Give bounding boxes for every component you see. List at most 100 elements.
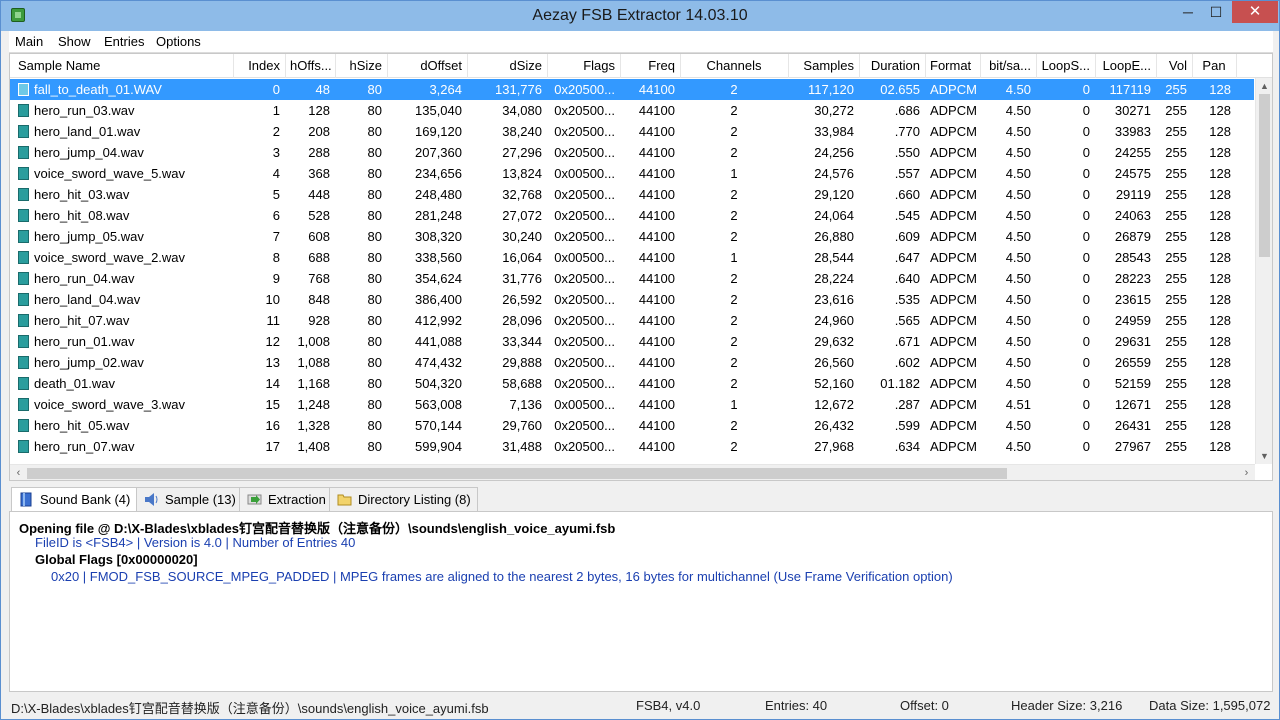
table-cell: 28,096 — [502, 313, 542, 328]
table-cell: 255 — [1165, 229, 1187, 244]
table-cell: ADPCM — [930, 418, 977, 433]
table-row[interactable]: voice_sword_wave_2.wav 8 688 80 338,560 16,06… — [10, 247, 1254, 268]
column-header[interactable]: hSize — [335, 58, 387, 73]
maximize-button[interactable]: ☐ — [1203, 1, 1229, 23]
table-row[interactable]: hero_run_03.wav 1 128 80 135,040 34,080 0x2050… — [10, 100, 1254, 121]
column-header[interactable]: Vol — [1156, 58, 1192, 73]
tab-label: Sound Bank (4) — [40, 492, 131, 507]
table-cell: 563,008 — [415, 397, 462, 412]
table-row[interactable]: hero_hit_07.wav 11 928 80 412,992 28,096 0x205… — [10, 310, 1254, 331]
table-row[interactable]: hero_hit_05.wav 16 1,328 80 570,144 29,760 0x2… — [10, 415, 1254, 436]
menu-show[interactable]: Show — [58, 34, 91, 49]
table-row[interactable]: hero_jump_04.wav 3 288 80 207,360 27,296 0x205… — [10, 142, 1254, 163]
table-cell: 26,592 — [502, 292, 542, 307]
horizontal-scrollbar[interactable]: ‹ › — [10, 464, 1255, 480]
table-row[interactable]: hero_hit_08.wav 6 528 80 281,248 27,072 0x2050… — [10, 205, 1254, 226]
table-row[interactable]: hero_land_01.wav 2 208 80 169,120 38,240 0x205… — [10, 121, 1254, 142]
sound-file-icon — [18, 440, 29, 453]
table-cell: 248,480 — [415, 187, 462, 202]
tab-extraction[interactable]: Extraction — [239, 487, 333, 511]
table-cell: 80 — [367, 82, 382, 97]
table-row[interactable]: voice_sword_wave_3.wav 15 1,248 80 563,008 7,… — [10, 394, 1254, 415]
table-cell: 0x20500... — [554, 334, 615, 349]
table-cell: 28,224 — [814, 271, 854, 286]
vertical-scrollbar[interactable]: ▲ ▼ — [1255, 78, 1272, 464]
table-cell: ADPCM — [930, 439, 977, 454]
scroll-left-icon[interactable]: ‹ — [10, 465, 27, 480]
column-header[interactable]: LoopE... — [1095, 58, 1156, 73]
status-format: FSB4, v4.0 — [636, 698, 701, 713]
table-cell: 9 — [272, 271, 280, 286]
column-header[interactable]: Freq — [620, 58, 680, 73]
close-button[interactable]: ✕ — [1232, 1, 1278, 23]
column-header[interactable]: hOffs... — [285, 58, 335, 73]
table-cell: 80 — [367, 166, 382, 181]
table-row[interactable]: death_01.wav 14 1,168 80 504,320 58,688 0x2050… — [10, 373, 1254, 394]
table-cell: 441,088 — [415, 334, 462, 349]
table-cell: 4.50 — [1005, 145, 1031, 160]
table-cell: 4.50 — [1005, 376, 1031, 391]
log-panel: Opening file @ D:\X-Blades\xblades钉宫配音替换… — [9, 511, 1273, 692]
column-header[interactable]: Sample Name — [13, 58, 233, 73]
column-header[interactable]: bit/sa... — [980, 58, 1036, 73]
horizontal-scroll-thumb[interactable] — [27, 468, 1007, 479]
column-divider[interactable] — [1236, 54, 1237, 78]
tab-directory-listing[interactable]: Directory Listing (8) — [329, 487, 478, 511]
table-cell: 169,120 — [415, 124, 462, 139]
column-header[interactable]: Format — [925, 58, 980, 73]
table-row[interactable]: hero_run_04.wav 9 768 80 354,624 31,776 0x2050… — [10, 268, 1254, 289]
column-header[interactable]: dSize — [467, 58, 547, 73]
menu-entries[interactable]: Entries — [104, 34, 144, 49]
table-row[interactable]: hero_jump_02.wav 13 1,088 80 474,432 29,888 0x… — [10, 352, 1254, 373]
column-header[interactable]: Samples — [788, 58, 859, 73]
table-cell: 44100 — [638, 250, 675, 265]
menu-main[interactable]: Main — [15, 34, 43, 49]
column-header[interactable]: Channels — [680, 58, 788, 73]
table-cell: 255 — [1165, 145, 1187, 160]
table-row[interactable]: voice_sword_wave_5.wav 4 368 80 234,656 13,82… — [10, 163, 1254, 184]
column-header[interactable]: Duration — [859, 58, 925, 73]
table-row[interactable]: hero_hit_03.wav 5 448 80 248,480 32,768 0x2050… — [10, 184, 1254, 205]
table-cell: 4.50 — [1005, 439, 1031, 454]
table-cell: 288 — [308, 145, 330, 160]
column-header[interactable]: Flags — [547, 58, 620, 73]
title-bar[interactable]: Aezay FSB Extractor 14.03.10 ─ ☐ ✕ — [1, 1, 1279, 31]
table-cell: 128 — [1209, 376, 1231, 391]
scroll-up-icon[interactable]: ▲ — [1256, 78, 1272, 94]
table-cell: 1 — [730, 166, 738, 181]
table-cell: 0 — [1082, 397, 1090, 412]
table-cell: 23,616 — [814, 292, 854, 307]
table-cell: 608 — [308, 229, 330, 244]
table-cell: 570,144 — [415, 418, 462, 433]
table-cell: .660 — [894, 187, 920, 202]
minimize-button[interactable]: ─ — [1175, 1, 1201, 23]
table-cell: 27,072 — [502, 208, 542, 223]
column-header[interactable]: dOffset — [387, 58, 467, 73]
table-cell: 0 — [1082, 229, 1090, 244]
table-row[interactable]: fall_to_death_01.WAV 0 48 80 3,264 131,776 0x2… — [10, 79, 1254, 100]
table-cell: 255 — [1165, 439, 1187, 454]
column-header[interactable]: Index — [233, 58, 285, 73]
table-row[interactable]: hero_run_01.wav 12 1,008 80 441,088 33,344 0x2… — [10, 331, 1254, 352]
table-cell: 386,400 — [415, 292, 462, 307]
column-header[interactable]: LoopS... — [1036, 58, 1095, 73]
table-cell: 24,064 — [814, 208, 854, 223]
arrow-right-icon — [247, 494, 262, 505]
sound-file-icon — [18, 335, 29, 348]
vertical-scroll-thumb[interactable] — [1259, 94, 1270, 257]
table-row[interactable]: hero_run_07.wav 17 1,408 80 599,904 31,488 0x2… — [10, 436, 1254, 457]
table-cell: 0x20500... — [554, 376, 615, 391]
table-cell: 128 — [1209, 313, 1231, 328]
table-cell: 26,560 — [814, 355, 854, 370]
table-cell: .557 — [894, 166, 920, 181]
table-cell: fall_to_death_01.WAV — [34, 82, 162, 97]
column-header[interactable]: Pan — [1192, 58, 1236, 73]
sample-list[interactable]: Sample Name Index hOffs... hSize dOffset dSiz… — [9, 53, 1273, 481]
tab-sample[interactable]: Sample (13) — [136, 487, 243, 511]
tab-sound-bank[interactable]: Sound Bank (4) — [11, 487, 138, 512]
table-row[interactable]: hero_jump_05.wav 7 608 80 308,320 30,240 0x205… — [10, 226, 1254, 247]
scroll-right-icon[interactable]: › — [1238, 465, 1255, 480]
table-row[interactable]: hero_land_04.wav 10 848 80 386,400 26,592 0x20… — [10, 289, 1254, 310]
scroll-down-icon[interactable]: ▼ — [1256, 448, 1272, 464]
menu-options[interactable]: Options — [156, 34, 201, 49]
